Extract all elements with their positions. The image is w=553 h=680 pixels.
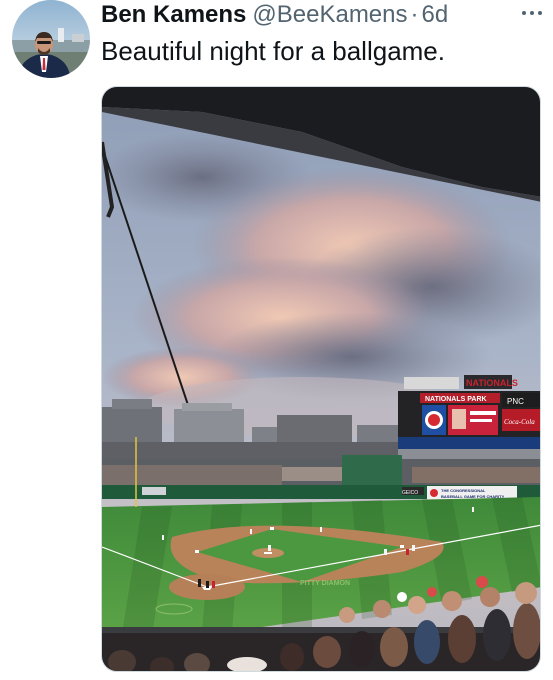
- tweet-timestamp[interactable]: 6d: [422, 1, 449, 29]
- author-avatar[interactable]: [12, 0, 90, 78]
- geico-sign: GEICO: [402, 490, 418, 496]
- tweet-photo[interactable]: NATIONALS NATIONALS PARK PNC Coca-Cola G…: [101, 86, 541, 672]
- pnc-sign: PNC: [507, 397, 524, 406]
- coca-cola-sign: Coca-Cola: [504, 418, 535, 426]
- field-painted-text: PITTY DIAMON: [300, 580, 350, 587]
- red-lettering-sign: NATIONALS: [466, 378, 518, 388]
- separator-dot: ·: [410, 1, 419, 28]
- author-handle[interactable]: @BeeKamens: [252, 1, 407, 29]
- tweet-text: Beautiful night for a ballgame.: [101, 36, 445, 66]
- author-name[interactable]: Ben Kamens: [101, 1, 246, 29]
- tweet-header: Ben Kamens @BeeKamens · 6d: [101, 0, 543, 30]
- more-options-icon[interactable]: [521, 6, 543, 18]
- nationals-park-sign: NATIONALS PARK: [425, 396, 487, 403]
- svg-text:THE CONGRESSIONAL: THE CONGRESSIONAL: [441, 488, 486, 493]
